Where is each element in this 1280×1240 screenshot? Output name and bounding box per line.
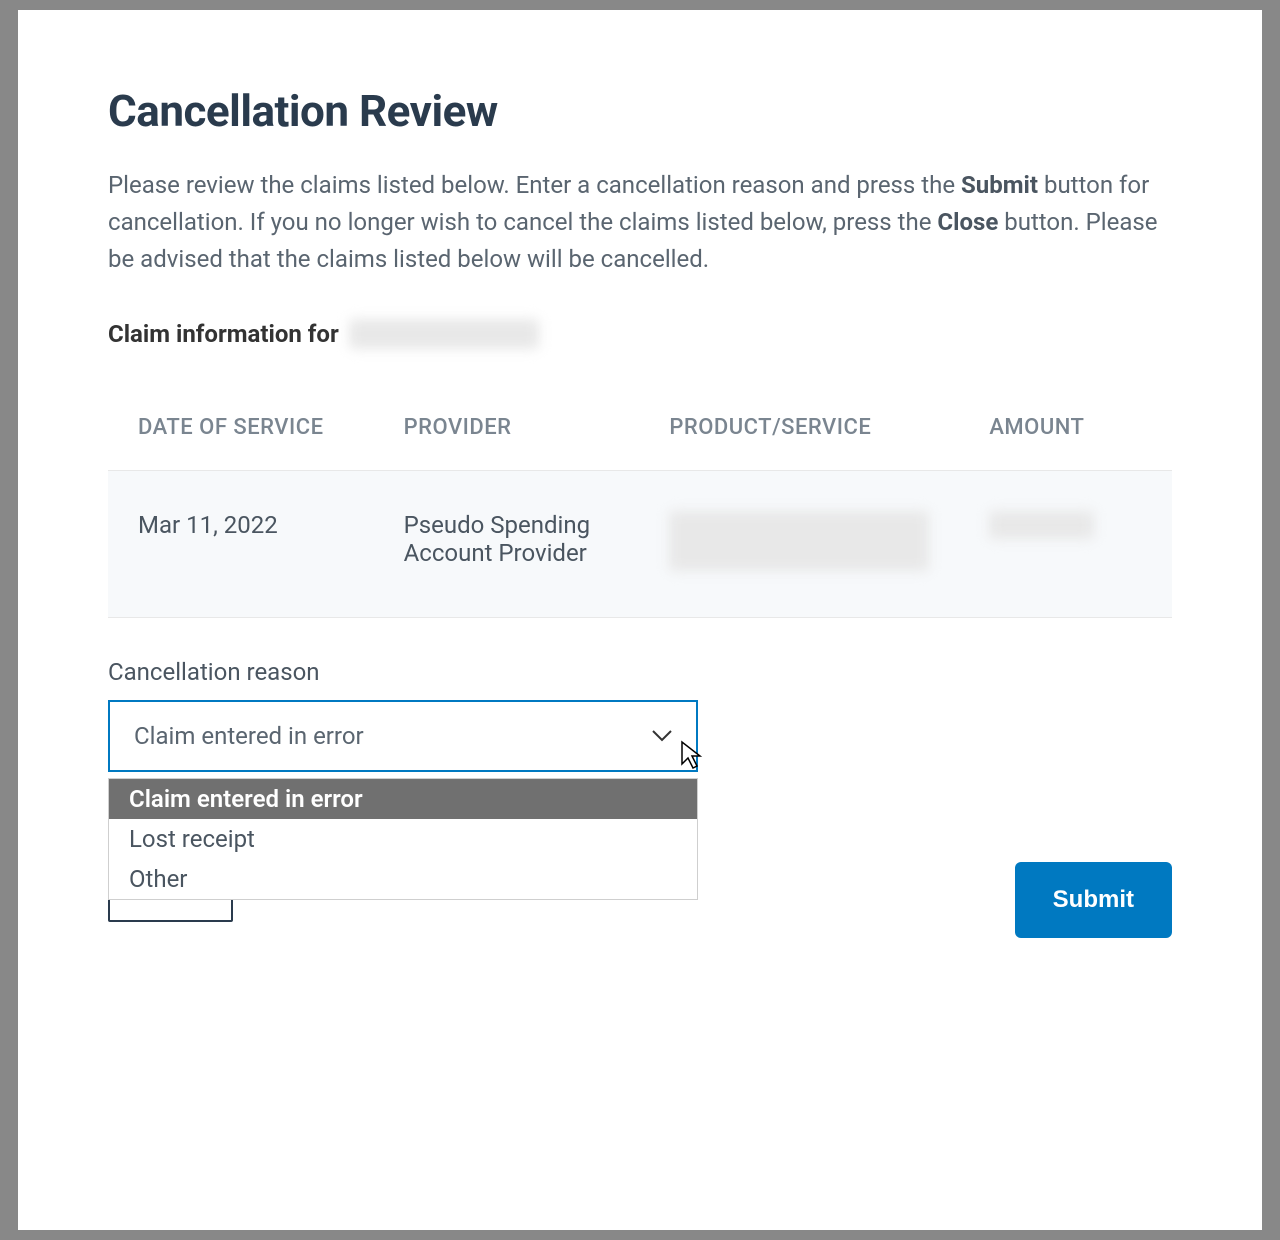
select-value: Claim entered in error <box>134 722 364 750</box>
dropdown-option-lost-receipt[interactable]: Lost receipt <box>109 819 697 859</box>
description-strong-close: Close <box>937 208 998 236</box>
chevron-down-icon <box>652 730 672 742</box>
claims-table: DATE OF SERVICE PROVIDER PRODUCT/SERVICE… <box>108 399 1172 618</box>
cancellation-reason-select[interactable]: Claim entered in error <box>108 700 698 772</box>
submit-button[interactable]: Submit <box>1015 862 1172 938</box>
amount-redacted <box>989 511 1094 539</box>
dropdown-option-claim-entered-in-error[interactable]: Claim entered in error <box>109 779 697 819</box>
column-header-provider: PROVIDER <box>374 399 640 471</box>
modal-description: Please review the claims listed below. E… <box>108 167 1172 279</box>
product-redacted <box>669 511 929 571</box>
claim-info-label: Claim information for <box>108 320 339 348</box>
modal-title: Cancellation Review <box>108 85 1172 137</box>
column-header-amount: AMOUNT <box>959 399 1172 471</box>
dropdown-option-other[interactable]: Other <box>109 859 697 899</box>
cancellation-reason-dropdown: Claim entered in error Lost receipt Othe… <box>108 778 698 900</box>
cell-date: Mar 11, 2022 <box>108 470 374 617</box>
description-text-1: Please review the claims listed below. E… <box>108 171 961 199</box>
description-strong-submit: Submit <box>961 171 1038 199</box>
claim-info-row: Claim information for <box>108 319 1172 349</box>
claimant-name-redacted <box>349 319 539 349</box>
column-header-product: PRODUCT/SERVICE <box>639 399 959 471</box>
cell-provider: Pseudo Spending Account Provider <box>374 470 640 617</box>
cancellation-reason-label: Cancellation reason <box>108 658 1172 686</box>
cancellation-review-modal: Cancellation Review Please review the cl… <box>18 10 1262 1230</box>
column-header-date: DATE OF SERVICE <box>108 399 374 471</box>
cursor-icon <box>680 740 706 776</box>
cell-amount <box>959 470 1172 617</box>
cell-product <box>639 470 959 617</box>
table-row: Mar 11, 2022 Pseudo Spending Account Pro… <box>108 470 1172 617</box>
